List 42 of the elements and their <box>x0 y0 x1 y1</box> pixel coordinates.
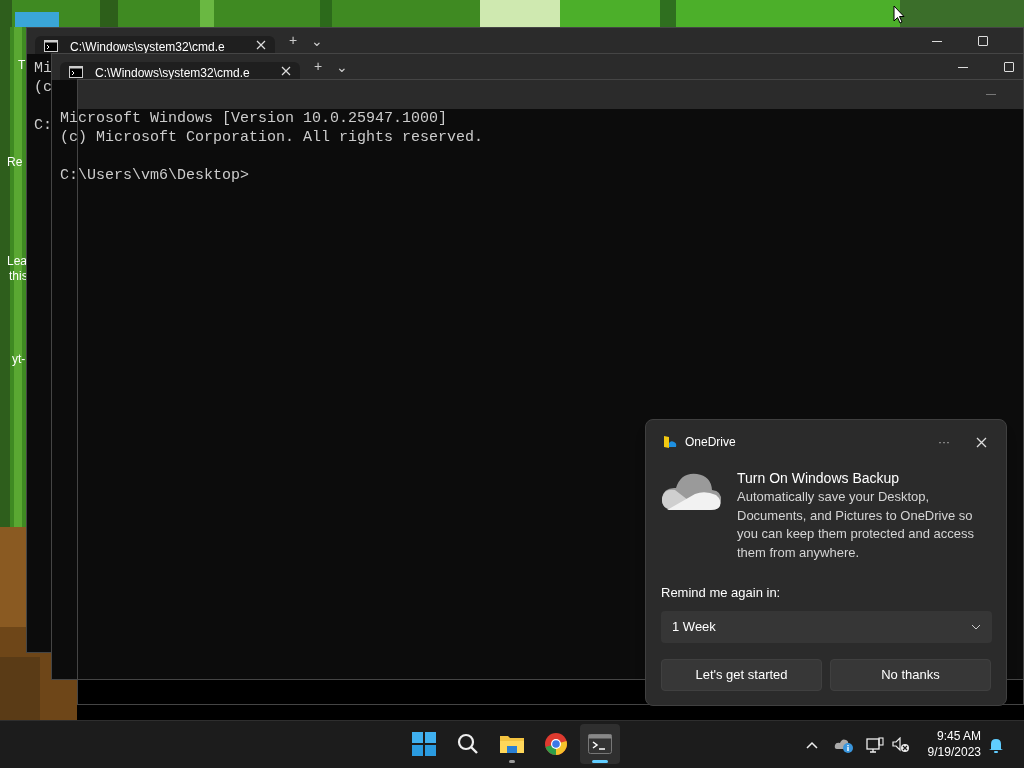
new-tab-button[interactable]: + <box>314 59 323 75</box>
chevron-down-icon <box>971 623 981 630</box>
console-icon <box>69 66 83 78</box>
console-text: Microsoft Windows [Version 10.0.25947.1000] <box>60 109 448 128</box>
desktop-icon-label[interactable]: Lea <box>7 254 28 268</box>
taskbar-app-button[interactable] <box>580 724 620 764</box>
dropdown-button[interactable]: ⌄ <box>336 60 349 74</box>
remind-label: Remind me again in: <box>661 584 782 602</box>
console-prompt: C: <box>34 116 52 135</box>
tab-title: C:\Windows\system32\cmd.e <box>70 40 225 54</box>
chevron-up-icon[interactable] <box>806 741 818 749</box>
notification-bell-icon[interactable] <box>988 737 1004 753</box>
console-text: Mi <box>34 59 52 78</box>
close-icon[interactable] <box>976 436 987 448</box>
console-text: (c <box>34 78 52 97</box>
tab[interactable]: C:\Windows\system32\cmd.e <box>35 36 275 54</box>
network-icon[interactable] <box>866 736 884 754</box>
volume-muted-icon[interactable] <box>892 737 910 753</box>
desktop-icon-label[interactable]: Re <box>7 155 23 169</box>
search-icon <box>457 733 479 755</box>
terminal-icon <box>588 734 612 754</box>
app-name: OneDrive <box>685 434 736 451</box>
clock[interactable]: 9:45 AM 9/19/2023 <box>921 728 981 760</box>
close-icon[interactable] <box>256 40 266 50</box>
console-text: (c) Microsoft Corporation. All rights reserved. <box>60 128 484 147</box>
cloud-info-icon[interactable] <box>834 737 854 753</box>
more-options-button[interactable]: ··· <box>938 433 950 451</box>
windows-logo-icon <box>412 732 436 756</box>
new-tab-button[interactable]: + <box>289 33 298 49</box>
notification-title: Turn On Windows Backup <box>737 469 901 487</box>
close-icon[interactable] <box>281 66 291 76</box>
remind-dropdown[interactable]: 1 Week <box>661 610 992 643</box>
notification-message: Automatically save your Desktop, Documents, and Pictures to OneDrive so you can keep them protected and access them from anywhere. <box>737 488 976 562</box>
app-icon <box>663 435 677 449</box>
action-button[interactable]: Let's get started <box>661 658 822 691</box>
action-button[interactable]: No thanks <box>830 658 991 691</box>
dropdown-button[interactable]: ⌄ <box>311 34 324 48</box>
tab-title: C:\Windows\system32\cmd.e <box>95 66 250 80</box>
tab[interactable]: C:\Windows\system32\cmd.e <box>60 62 300 80</box>
browser-icon <box>544 732 568 756</box>
folder-icon <box>499 733 525 755</box>
console-prompt: C:\Users\vm6\Desktop> <box>60 166 250 185</box>
